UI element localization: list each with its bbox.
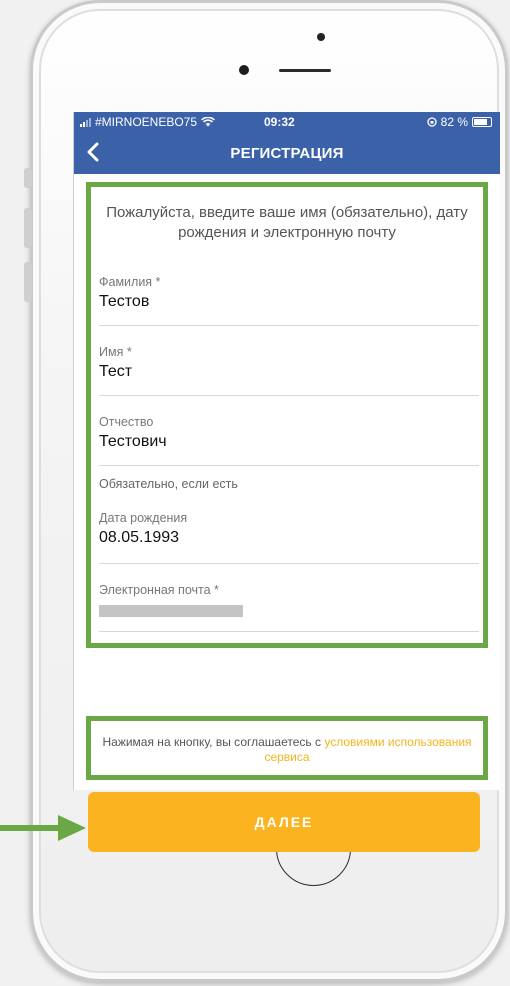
navigation-bar: РЕГИСТРАЦИЯ — [74, 132, 500, 174]
page-title: РЕГИСТРАЦИЯ — [230, 144, 344, 162]
surname-field[interactable]: Фамилия * Тестов — [99, 275, 479, 326]
first-name-value[interactable]: Тест — [99, 363, 479, 381]
email-value-redacted[interactable] — [99, 605, 243, 617]
earpiece-speaker — [279, 69, 331, 72]
surname-value[interactable]: Тестов — [99, 293, 479, 311]
first-name-field[interactable]: Имя * Тест — [99, 345, 479, 396]
signal-icon — [80, 117, 91, 127]
proximity-sensor — [317, 33, 325, 41]
terms-notice: Нажимая на кнопку, вы соглашаетесь с усл… — [86, 716, 488, 780]
patronymic-field[interactable]: Отчество Тестович — [99, 415, 479, 466]
first-name-label: Имя * — [99, 345, 132, 359]
registration-form: Пожалуйста, введите ваше имя (обязательн… — [86, 182, 488, 648]
battery-icon — [472, 117, 492, 127]
patronymic-value[interactable]: Тестович — [99, 433, 479, 451]
orientation-lock-icon — [426, 117, 437, 127]
birth-date-value[interactable]: 08.05.1993 — [99, 529, 479, 547]
carrier-name: #MIRNOENEBO75 — [95, 115, 198, 129]
wifi-icon — [201, 117, 215, 127]
pointer-arrow-icon — [0, 815, 86, 841]
next-button[interactable]: ДАЛЕЕ — [88, 792, 480, 852]
surname-label: Фамилия * — [99, 275, 161, 289]
mute-switch — [24, 168, 32, 188]
email-label: Электронная почта * — [99, 583, 219, 597]
patronymic-label: Отчество — [99, 415, 154, 429]
form-instructions: Пожалуйста, введите ваше имя (обязательн… — [106, 204, 468, 241]
birth-date-label: Дата рождения — [99, 511, 188, 525]
volume-up-button — [24, 208, 32, 248]
terms-text: Нажимая на кнопку, вы соглашаетесь с — [102, 735, 321, 749]
chevron-left-icon[interactable] — [82, 140, 106, 164]
birth-date-field[interactable]: Дата рождения 08.05.1993 — [99, 511, 479, 564]
battery-percent: 82 % — [440, 115, 468, 129]
email-field[interactable]: Электронная почта * — [99, 583, 479, 632]
patronymic-hint: Обязательно, если есть — [99, 477, 238, 491]
app-screen: #MIRNOENEBO75 09:32 82 % РЕГИСТРАЦИЯ Пож… — [73, 112, 500, 790]
front-camera — [239, 65, 249, 75]
clock: 09:32 — [264, 115, 295, 129]
status-bar: #MIRNOENEBO75 09:32 82 % — [74, 112, 500, 132]
volume-down-button — [24, 262, 32, 302]
